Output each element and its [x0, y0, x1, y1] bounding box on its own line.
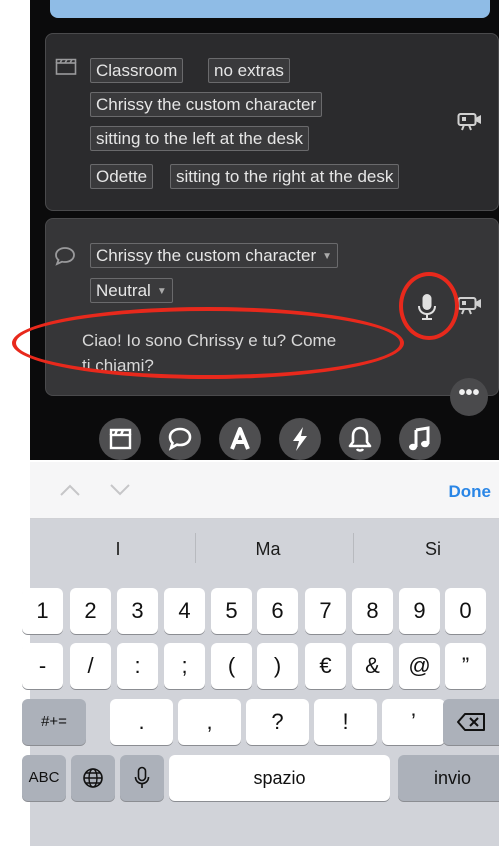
extras-chip[interactable]: no extras [208, 58, 290, 83]
key-7[interactable]: 7 [305, 588, 346, 634]
emotion-dropdown-label: Neutral [96, 281, 151, 300]
backspace-key[interactable] [443, 699, 499, 745]
speech-bubble-icon [55, 247, 75, 266]
key-close-paren[interactable]: ) [257, 643, 298, 689]
key-2[interactable]: 2 [70, 588, 111, 634]
dictation-key[interactable] [120, 755, 164, 801]
key-ampersand[interactable]: & [352, 643, 393, 689]
music-note-icon [409, 426, 430, 451]
suggestion-bar: I Ma Si [30, 519, 499, 579]
key-8[interactable]: 8 [352, 588, 393, 634]
globe-icon [83, 768, 103, 788]
camera-icon[interactable] [457, 112, 483, 132]
character-chip-odette[interactable]: Odette [90, 164, 154, 189]
previous-card-edge [50, 0, 490, 18]
key-colon[interactable]: : [117, 643, 158, 689]
microphone-icon [134, 766, 150, 788]
camera-icon[interactable] [457, 296, 483, 316]
key-0[interactable]: 0 [445, 588, 486, 634]
emotion-dropdown[interactable]: Neutral ▼ [90, 278, 173, 303]
key-5[interactable]: 5 [211, 588, 252, 634]
clapperboard-icon [55, 58, 77, 75]
position-chip-chrissy[interactable]: sitting to the left at the desk [90, 126, 309, 151]
key-quote[interactable]: ” [445, 643, 486, 689]
add-text-button[interactable] [219, 418, 261, 460]
annotation-ellipse [12, 307, 404, 379]
space-key[interactable]: spazio [169, 755, 390, 801]
speech-bubble-icon [168, 427, 192, 451]
abc-key[interactable]: ABC [22, 755, 66, 801]
keyboard: I Ma Si 1 2 3 4 5 6 7 8 9 0 - / : ; ( ) … [22, 519, 499, 846]
key-open-paren[interactable]: ( [211, 643, 252, 689]
bell-icon [348, 426, 372, 452]
key-semicolon[interactable]: ; [164, 643, 205, 689]
key-question[interactable]: ? [246, 699, 309, 745]
key-4[interactable]: 4 [164, 588, 205, 634]
key-period[interactable]: . [110, 699, 173, 745]
text-a-icon [230, 427, 250, 450]
clapperboard-icon [109, 428, 132, 450]
key-slash[interactable]: / [70, 643, 111, 689]
backspace-icon [457, 713, 485, 731]
add-scene-button[interactable] [99, 418, 141, 460]
key-comma[interactable]: , [178, 699, 241, 745]
return-key[interactable]: invio [398, 755, 499, 801]
character-chip-chrissy[interactable]: Chrissy the custom character [90, 92, 323, 117]
key-3[interactable]: 3 [117, 588, 158, 634]
add-sound-button[interactable] [339, 418, 381, 460]
more-button[interactable]: ••• [450, 378, 488, 416]
suggestion-item[interactable]: I [40, 539, 196, 560]
lightning-icon [293, 427, 307, 451]
keyboard-toolbar: Done [30, 462, 499, 519]
chevron-up-icon[interactable] [58, 482, 82, 498]
key-hyphen[interactable]: - [22, 643, 63, 689]
character-dropdown-label: Chrissy the custom character [96, 246, 317, 265]
character-dropdown[interactable]: Chrissy the custom character ▼ [90, 243, 339, 268]
annotation-circle [399, 272, 459, 340]
add-music-button[interactable] [399, 418, 441, 460]
chevron-down-icon: ▼ [322, 251, 333, 262]
done-button[interactable]: Done [449, 482, 492, 502]
add-dialog-button[interactable] [159, 418, 201, 460]
key-1[interactable]: 1 [22, 588, 63, 634]
suggestion-item[interactable]: Ma [190, 539, 346, 560]
key-9[interactable]: 9 [399, 588, 440, 634]
symbols-toggle-key[interactable]: #+= [22, 699, 86, 745]
add-effect-button[interactable] [279, 418, 321, 460]
key-apostrophe[interactable]: ’ [382, 699, 445, 745]
globe-key[interactable] [71, 755, 115, 801]
key-6[interactable]: 6 [257, 588, 298, 634]
chevron-down-icon: ▼ [156, 286, 167, 297]
screen: Classroom no extras Chrissy the custom c… [0, 0, 499, 846]
position-chip-odette[interactable]: sitting to the right at the desk [170, 164, 400, 189]
key-exclamation[interactable]: ! [314, 699, 377, 745]
suggestion-item[interactable]: Si [355, 539, 499, 560]
location-chip[interactable]: Classroom [90, 58, 184, 83]
key-at[interactable]: @ [399, 643, 440, 689]
suggestion-divider [353, 533, 354, 563]
key-euro[interactable]: € [305, 643, 346, 689]
chevron-down-icon[interactable] [108, 482, 132, 498]
